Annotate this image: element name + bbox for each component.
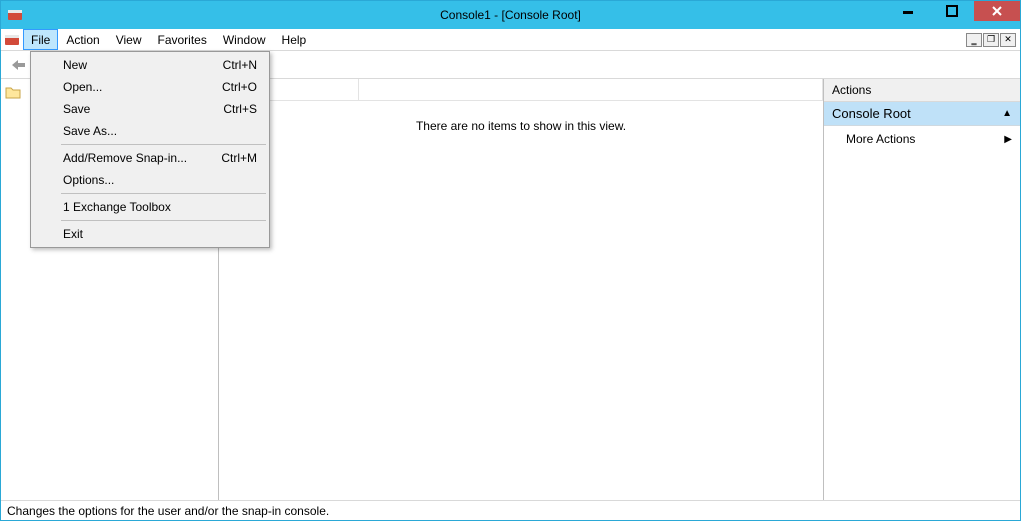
titlebar: Console1 - [Console Root] <box>1 1 1020 29</box>
list-header <box>219 79 823 101</box>
list-col-2[interactable] <box>359 79 823 100</box>
maximize-button[interactable] <box>930 1 974 21</box>
menu-separator <box>61 144 266 145</box>
app-icon <box>7 7 23 23</box>
collapse-icon: ▲ <box>1002 108 1012 119</box>
menu-open-label: Open... <box>63 80 102 94</box>
actions-section-header[interactable]: Console Root ▲ <box>824 102 1020 126</box>
list-pane: There are no items to show in this view. <box>219 79 824 500</box>
actions-section-label: Console Root <box>832 106 911 121</box>
actions-pane: Actions Console Root ▲ More Actions ▶ <box>824 79 1020 500</box>
statusbar: Changes the options for the user and/or … <box>1 500 1020 520</box>
menu-options[interactable]: Options... <box>33 169 267 191</box>
window-controls <box>886 1 1020 29</box>
menu-save-shortcut: Ctrl+S <box>223 102 257 116</box>
statusbar-text: Changes the options for the user and/or … <box>7 504 329 518</box>
mdi-controls: ‗ ❐ ✕ <box>965 29 1020 50</box>
menu-exit[interactable]: Exit <box>33 223 267 245</box>
menu-save-as[interactable]: Save As... <box>33 120 267 142</box>
menu-open-shortcut: Ctrl+O <box>222 80 257 94</box>
mdi-minimize-button[interactable]: ‗ <box>966 33 982 47</box>
menu-action[interactable]: Action <box>58 29 107 50</box>
menu-recent-1-label: 1 Exchange Toolbox <box>63 200 171 214</box>
menu-save-label: Save <box>63 102 90 116</box>
menu-exit-label: Exit <box>63 227 83 241</box>
menu-save-as-label: Save As... <box>63 124 117 138</box>
menu-add-remove-snapin[interactable]: Add/Remove Snap-in... Ctrl+M <box>33 147 267 169</box>
menu-new-shortcut: Ctrl+N <box>223 58 257 72</box>
mdi-restore-button[interactable]: ❐ <box>983 33 999 47</box>
menu-snapin-label: Add/Remove Snap-in... <box>63 151 187 165</box>
more-actions-link[interactable]: More Actions ▶ <box>824 126 1020 152</box>
window-title: Console1 - [Console Root] <box>440 8 581 22</box>
minimize-button[interactable] <box>886 1 930 21</box>
menu-recent-1[interactable]: 1 Exchange Toolbox <box>33 196 267 218</box>
menu-separator <box>61 193 266 194</box>
menu-file[interactable]: File <box>23 29 58 50</box>
menu-save[interactable]: Save Ctrl+S <box>33 98 267 120</box>
chevron-right-icon: ▶ <box>1004 134 1012 145</box>
menubar: File Action View Favorites Window Help ‗… <box>1 29 1020 51</box>
menu-new-label: New <box>63 58 87 72</box>
folder-icon <box>5 85 21 99</box>
menu-options-label: Options... <box>63 173 114 187</box>
menu-help[interactable]: Help <box>274 29 315 50</box>
file-menu-dropdown: New Ctrl+N Open... Ctrl+O Save Ctrl+S Sa… <box>30 51 270 248</box>
more-actions-label: More Actions <box>846 132 915 146</box>
menu-separator <box>61 220 266 221</box>
menu-snapin-shortcut: Ctrl+M <box>221 151 257 165</box>
menu-new[interactable]: New Ctrl+N <box>33 54 267 76</box>
actions-title: Actions <box>824 79 1020 102</box>
menu-open[interactable]: Open... Ctrl+O <box>33 76 267 98</box>
back-button[interactable] <box>7 54 29 76</box>
menu-view[interactable]: View <box>108 29 150 50</box>
close-button[interactable] <box>974 1 1020 21</box>
empty-message: There are no items to show in this view. <box>219 119 823 133</box>
mdi-close-button[interactable]: ✕ <box>1000 33 1016 47</box>
mmc-icon <box>1 29 23 50</box>
menu-favorites[interactable]: Favorites <box>150 29 215 50</box>
menu-window[interactable]: Window <box>215 29 274 50</box>
